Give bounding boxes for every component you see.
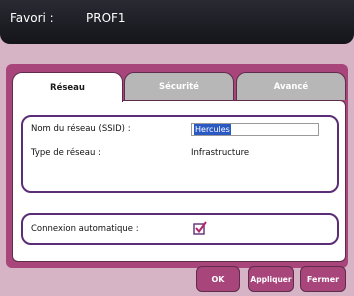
network-group: Nom du réseau (SSID) : Hercules Type de … [21,115,339,193]
close-button[interactable]: Fermer [300,266,346,292]
wifi-profile-window: Favori : PROF1 Réseau Sécurité Avancé No… [0,0,354,296]
ok-button[interactable]: OK [196,266,240,292]
ssid-value: Hercules [194,124,231,135]
auto-connect-label: Connexion automatique : [31,224,139,234]
network-type-label: Type de réseau : [31,148,101,158]
tab-securite[interactable]: Sécurité [124,72,234,100]
favorite-label: Favori : [10,11,54,25]
ssid-input[interactable]: Hercules [191,123,319,136]
favorite-value: PROF1 [86,11,126,25]
tab-avance[interactable]: Avancé [236,72,346,100]
ssid-label: Nom du réseau (SSID) : [31,124,131,134]
apply-button[interactable]: Appliquer [248,266,294,292]
tab-reseau[interactable]: Réseau [12,72,123,102]
auto-connect-checkbox[interactable] [193,221,207,235]
title-bar: Favori : PROF1 [0,0,354,44]
auto-connect-group: Connexion automatique : [21,213,339,245]
network-type-value: Infrastructure [191,148,250,158]
tab-content-reseau: Nom du réseau (SSID) : Hercules Type de … [12,100,346,262]
